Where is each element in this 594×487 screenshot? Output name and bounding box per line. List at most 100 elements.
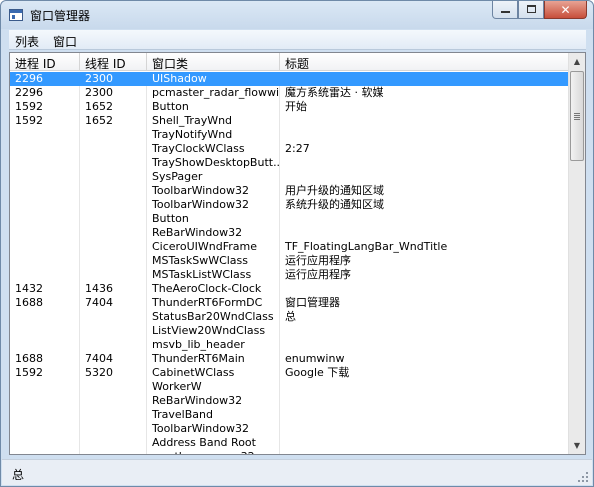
table-row[interactable]: ToolbarWindow32 用户升级的通知区域 — [10, 184, 568, 198]
cell-window-class: ThunderRT6Main — [152, 352, 245, 365]
resize-grip-icon[interactable] — [576, 470, 588, 482]
table-row[interactable]: Button — [10, 212, 568, 226]
table-row[interactable]: ToolbarWindow32 系统升级的通知区域 — [10, 198, 568, 212]
table-row[interactable]: MSTaskSwWClass 运行应用程序 — [10, 254, 568, 268]
title-bar[interactable]: 窗口管理器 ✕ — [1, 1, 593, 29]
cell-process-id: 1592 — [15, 366, 43, 379]
cell-thread-id — [80, 408, 147, 422]
table-row[interactable]: msctls_progress32 — [10, 450, 568, 454]
scroll-up-icon[interactable]: ▲ — [569, 53, 585, 70]
scroll-down-icon[interactable]: ▼ — [569, 437, 585, 454]
cell-window-class: ReBarWindow32 — [152, 226, 243, 239]
table-row[interactable]: 1592 1652 Button 开始 — [10, 100, 568, 114]
column-header-window-class[interactable]: 窗口类 — [147, 53, 280, 71]
cell-thread-id — [80, 156, 147, 170]
table-row[interactable]: TrayShowDesktopButt... — [10, 156, 568, 170]
table-row[interactable]: SysPager — [10, 170, 568, 184]
table-row[interactable]: 1688 7404 ThunderRT6Main enumwinw — [10, 352, 568, 366]
menu-bar: 列表 窗口 — [9, 30, 586, 50]
cell-title: TF_FloatingLangBar_WndTitle — [285, 240, 448, 253]
table-row[interactable]: 1592 1652 Shell_TrayWnd — [10, 114, 568, 128]
table-row[interactable]: 1592 5320 CabinetWClass Google 下载 — [10, 366, 568, 380]
cell-process-id — [10, 142, 80, 156]
cell-window-class: CabinetWClass — [152, 366, 235, 379]
cell-title — [280, 212, 568, 226]
close-icon: ✕ — [560, 3, 571, 17]
cell-process-id — [10, 226, 80, 240]
cell-process-id — [10, 380, 80, 394]
cell-thread-id: 2300 — [85, 86, 113, 99]
table-row[interactable]: TrayNotifyWnd — [10, 128, 568, 142]
cell-title: enumwinw — [285, 352, 345, 365]
app-window: 窗口管理器 ✕ 列表 窗口 进程 ID 线程 ID 窗口类 标题 2296 230… — [0, 0, 594, 487]
cell-thread-id — [80, 184, 147, 198]
table-row[interactable]: 1432 1436 TheAeroClock-Clock — [10, 282, 568, 296]
cell-window-class: ToolbarWindow32 — [152, 184, 249, 197]
cell-process-id: 1592 — [15, 100, 43, 113]
maximize-icon — [527, 5, 536, 13]
cell-window-class: ToolbarWindow32 — [152, 198, 249, 211]
menu-item-list[interactable]: 列表 — [15, 33, 39, 50]
table-row[interactable]: TravelBand — [10, 408, 568, 422]
cell-process-id — [10, 422, 80, 436]
cell-window-class: MSTaskSwWClass — [152, 254, 249, 267]
cell-title — [280, 394, 568, 408]
cell-window-class: msctls_progress32 — [147, 450, 280, 454]
cell-title: Google 下载 — [285, 366, 350, 379]
column-header-title[interactable]: 标题 — [280, 53, 568, 71]
minimize-button[interactable] — [492, 1, 518, 19]
cell-title: 用户升级的通知区域 — [285, 184, 384, 197]
table-row[interactable]: CiceroUIWndFrame TF_FloatingLangBar_WndTi… — [10, 240, 568, 254]
table-row[interactable]: ReBarWindow32 — [10, 394, 568, 408]
cell-window-class: StatusBar20WndClass — [152, 310, 274, 323]
table-row[interactable]: msvb_lib_header — [10, 338, 568, 352]
cell-process-id — [10, 394, 80, 408]
close-button[interactable]: ✕ — [544, 1, 587, 19]
table-row[interactable]: Address Band Root — [10, 436, 568, 450]
cell-thread-id — [80, 198, 147, 212]
vertical-scrollbar[interactable]: ▲ ▼ — [568, 53, 585, 454]
cell-title — [280, 436, 568, 450]
cell-process-id: 1688 — [15, 296, 43, 309]
cell-thread-id — [80, 240, 147, 254]
cell-window-class: Shell_TrayWnd — [152, 114, 233, 127]
cell-title — [280, 282, 568, 296]
table-row[interactable]: 2296 2300 UIShadow — [10, 72, 568, 86]
table-row[interactable]: ToolbarWindow32 — [10, 422, 568, 436]
table-row[interactable]: StatusBar20WndClass 总 — [10, 310, 568, 324]
table-row[interactable]: ReBarWindow32 — [10, 226, 568, 240]
cell-thread-id: 1652 — [85, 100, 113, 113]
cell-thread-id: 7404 — [85, 296, 113, 309]
column-header-process-id[interactable]: 进程 ID — [10, 53, 80, 71]
cell-process-id — [10, 450, 80, 454]
column-header-thread-id[interactable]: 线程 ID — [80, 53, 147, 71]
table-row[interactable]: ListView20WndClass — [10, 324, 568, 338]
cell-title — [280, 408, 568, 422]
cell-process-id: 1592 — [15, 114, 43, 127]
cell-process-id: 2296 — [15, 86, 43, 99]
cell-thread-id — [80, 226, 147, 240]
table-row[interactable]: MSTaskListWClass 运行应用程序 — [10, 268, 568, 282]
cell-process-id — [10, 408, 80, 422]
cell-process-id — [10, 128, 80, 142]
cell-title — [280, 324, 568, 338]
menu-item-window[interactable]: 窗口 — [53, 33, 77, 50]
cell-thread-id — [80, 324, 147, 338]
scroll-thumb[interactable] — [570, 71, 584, 161]
table-row[interactable]: 1688 7404 ThunderRT6FormDC 窗口管理器 — [10, 296, 568, 310]
cell-thread-id: 1436 — [85, 282, 113, 295]
cell-title — [280, 450, 568, 454]
cell-thread-id — [80, 450, 147, 454]
table-row[interactable]: TrayClockWClass 2:27 — [10, 142, 568, 156]
table-row[interactable]: 2296 2300 pcmaster_radar_flowwi... 魔方系统雷达 ·… — [10, 86, 568, 100]
maximize-button[interactable] — [518, 1, 544, 19]
cell-title: 运行应用程序 — [285, 254, 351, 267]
window-list-view[interactable]: 进程 ID 线程 ID 窗口类 标题 2296 2300 UIShadow 2296 2… — [9, 52, 586, 455]
cell-window-class: SysPager — [152, 170, 203, 183]
cell-thread-id — [80, 394, 147, 408]
cell-process-id: 2296 — [15, 72, 43, 85]
cell-window-class: ThunderRT6FormDC — [152, 296, 263, 309]
cell-window-class: TrayClockWClass — [152, 142, 245, 155]
table-row[interactable]: WorkerW — [10, 380, 568, 394]
grip-line — [574, 113, 580, 114]
